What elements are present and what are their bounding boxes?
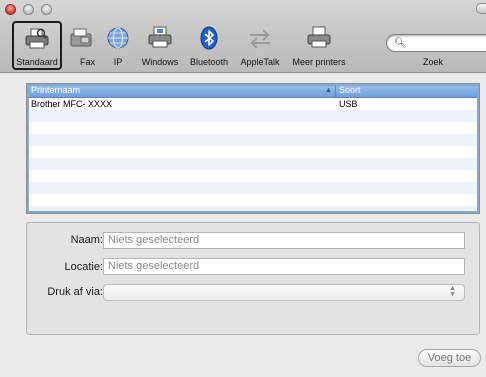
search-field[interactable]: 🔍︎: [386, 34, 486, 52]
toolbar-item-fax[interactable]: Fax: [64, 24, 98, 70]
toolbar-item-ip[interactable]: IP: [101, 24, 135, 70]
toolbar-label: Bluetooth: [189, 57, 229, 67]
toolbar-item-appletalk[interactable]: AppleTalk: [235, 24, 285, 70]
toolbar-label: Meer printers: [292, 57, 346, 67]
ip-globe-icon: [107, 27, 129, 49]
name-label: Naam:: [70, 234, 103, 246]
toolbar-item-windows[interactable]: Windows: [138, 24, 182, 70]
table-header: Printernaam ▲ Soort: [27, 84, 479, 98]
column-header-printernaam[interactable]: Printernaam: [31, 84, 80, 97]
empty-row: [27, 158, 479, 170]
empty-row: [27, 194, 479, 206]
empty-row: [27, 170, 479, 182]
bluetooth-icon: [200, 26, 218, 50]
search-label: Zoek: [423, 57, 444, 67]
minimize-window-button[interactable]: [23, 4, 34, 15]
toolbar-item-standaard[interactable]: Standaard: [12, 21, 62, 70]
table-row[interactable]: Brother MFC- XXXX USB: [27, 98, 479, 110]
toolbar-label: Fax: [79, 57, 95, 67]
empty-row: [27, 110, 479, 122]
table-body: Brother MFC- XXXX USB: [27, 98, 479, 213]
toolbar-label: AppleTalk: [240, 57, 280, 67]
close-window-button[interactable]: [5, 4, 16, 15]
appletalk-arrows-icon: [250, 29, 270, 49]
sort-ascending-icon: ▲: [325, 87, 332, 94]
column-divider: [335, 84, 336, 97]
windows-printer-icon: [148, 26, 172, 48]
toolbar-label: Windows: [141, 57, 179, 67]
printer-name-cell: Brother MFC- XXXX: [31, 99, 113, 109]
toolbar-item-bluetooth[interactable]: Bluetooth: [186, 24, 232, 70]
empty-row: [27, 182, 479, 194]
toolbar-toggle-button[interactable]: [476, 3, 486, 14]
add-button[interactable]: Voeg toe: [418, 349, 481, 367]
default-printer-icon: [25, 28, 49, 49]
empty-row: [27, 146, 479, 158]
location-field[interactable]: Niets geselecteerd: [103, 258, 465, 275]
fax-icon: [70, 28, 92, 47]
more-printers-icon: [307, 26, 331, 48]
name-field[interactable]: Niets geselecteerd: [103, 232, 465, 249]
empty-row: [27, 206, 479, 213]
toolbar-item-meer-printers[interactable]: Meer printers: [287, 24, 351, 70]
toolbar-label: IP: [113, 57, 123, 67]
zoom-window-button[interactable]: [41, 4, 52, 15]
popup-arrows-icon: ▲ ▼: [449, 285, 456, 298]
empty-row: [27, 134, 479, 146]
empty-row: [27, 122, 479, 134]
print-via-popup[interactable]: ▲ ▼: [103, 284, 465, 301]
add-printer-window: Standaard Fax IP Windows Bluetooth Apple…: [0, 0, 486, 377]
toolbar: Standaard Fax IP Windows Bluetooth Apple…: [0, 0, 486, 73]
column-header-soort[interactable]: Soort: [339, 84, 361, 97]
toolbar-label: Standaard: [16, 57, 58, 67]
location-label: Locatie:: [64, 261, 103, 273]
search-icon: 🔍︎: [394, 38, 407, 49]
printer-list[interactable]: Printernaam ▲ Soort Brother MFC- XXXX US…: [26, 83, 480, 214]
print-via-label: Druk af via:: [47, 286, 103, 298]
printer-kind-cell: USB: [339, 99, 358, 109]
